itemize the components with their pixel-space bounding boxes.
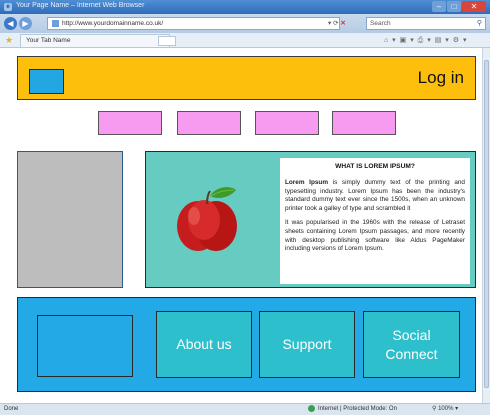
feeds-icon[interactable]: ▣: [400, 37, 408, 44]
zoom-control[interactable]: ⚲ 100% ▾: [432, 404, 458, 415]
site-header: Log in: [17, 56, 476, 100]
social-label-line2: Connect: [385, 345, 438, 362]
card-lead-bold: Lorem Ipsum: [285, 179, 328, 186]
tools-gear-icon[interactable]: ⚙: [453, 37, 460, 44]
page-icon: [52, 19, 59, 27]
favorites-star-icon[interactable]: ★: [5, 35, 13, 45]
back-arrow-icon[interactable]: ◀: [4, 17, 17, 30]
minimize-button[interactable]: –: [432, 1, 446, 12]
nav-menu-button-3[interactable]: [255, 111, 319, 135]
social-label-line1: Social: [392, 326, 431, 343]
about-us-button[interactable]: About us: [156, 311, 252, 378]
page-menu-icon[interactable]: ▤: [435, 37, 443, 44]
nav-menu-button-4[interactable]: [332, 111, 396, 135]
site-footer: About us Support Social Connect: [17, 297, 476, 392]
close-window-button[interactable]: ✕: [462, 1, 486, 12]
maximize-button[interactable]: □: [447, 1, 461, 12]
card-heading: WHAT IS LOREM IPSUM?: [335, 163, 415, 170]
forward-arrow-icon[interactable]: ▶: [19, 17, 32, 30]
browser-app-icon: e: [4, 3, 12, 11]
site-logo-placeholder[interactable]: [29, 69, 64, 94]
refresh-icon[interactable]: ⟳: [333, 20, 338, 27]
social-connect-button[interactable]: Social Connect: [363, 311, 460, 378]
window-title: Your Page Name – Internet Web Browser: [16, 2, 145, 9]
dropdown-icon[interactable]: ▾: [328, 20, 331, 27]
support-label: Support: [282, 336, 332, 352]
stop-icon[interactable]: ✕: [340, 20, 345, 27]
window-titlebar: e Your Page Name – Internet Web Browser …: [0, 0, 490, 14]
zoom-magnifier-icon: ⚲: [432, 406, 437, 412]
feature-section: WHAT IS LOREM IPSUM? Lorem Ipsum is simp…: [145, 151, 476, 288]
footer-logo-placeholder: [37, 315, 133, 377]
nav-menu-button-2[interactable]: [177, 111, 241, 135]
sidebar-placeholder: [17, 151, 123, 288]
command-bar: ⌂ ▾ ▣ ▾ ⎙ ▾ ▤ ▾ ⚙ ▾: [384, 37, 468, 44]
status-bar: Done Internet | Protected Mode: On ⚲ 100…: [0, 403, 490, 415]
tab-bar: ★ Your Tab Name ⌂ ▾ ▣ ▾ ⎙ ▾ ▤ ▾ ⚙ ▾: [0, 33, 490, 48]
vertical-scrollbar[interactable]: [482, 48, 490, 403]
new-tab-button[interactable]: [158, 36, 176, 46]
security-zone-text: Internet | Protected Mode: On: [318, 406, 397, 412]
zoom-level: 100%: [438, 406, 454, 412]
scrollbar-thumb[interactable]: [484, 60, 489, 388]
nav-menu-button-1[interactable]: [98, 111, 162, 135]
address-toolbar: ◀ ▶ http://www.yourdomainname.co.uk/ ▾ ⟳…: [0, 14, 490, 33]
search-placeholder: Search: [370, 20, 391, 27]
security-zone: Internet | Protected Mode: On: [308, 404, 397, 415]
internet-globe-icon: [308, 404, 315, 412]
home-icon[interactable]: ⌂: [384, 37, 389, 44]
about-us-label: About us: [176, 336, 232, 352]
login-link[interactable]: Log in: [418, 68, 464, 88]
card-paragraph-1: Lorem Ipsum is simply dummy text of the …: [285, 179, 465, 213]
status-text: Done: [4, 406, 19, 412]
print-icon[interactable]: ⎙: [418, 37, 425, 44]
tab-title: Your Tab Name: [26, 37, 71, 44]
address-tools: ▾ ⟳ ✕: [328, 17, 346, 30]
browser-tab[interactable]: Your Tab Name: [20, 34, 170, 47]
social-connect-label: Social Connect: [385, 326, 437, 364]
support-button[interactable]: Support: [259, 311, 355, 378]
search-icon[interactable]: ⚲: [477, 18, 482, 29]
apple-image: [177, 187, 237, 251]
card-paragraph-2: It was popularised in the 1960s with the…: [285, 219, 465, 253]
search-input[interactable]: Search ⚲: [366, 17, 486, 30]
address-input[interactable]: http://www.yourdomainname.co.uk/: [47, 17, 340, 30]
url-text: http://www.yourdomainname.co.uk/: [62, 20, 164, 27]
lorem-ipsum-card: WHAT IS LOREM IPSUM? Lorem Ipsum is simp…: [280, 158, 470, 284]
